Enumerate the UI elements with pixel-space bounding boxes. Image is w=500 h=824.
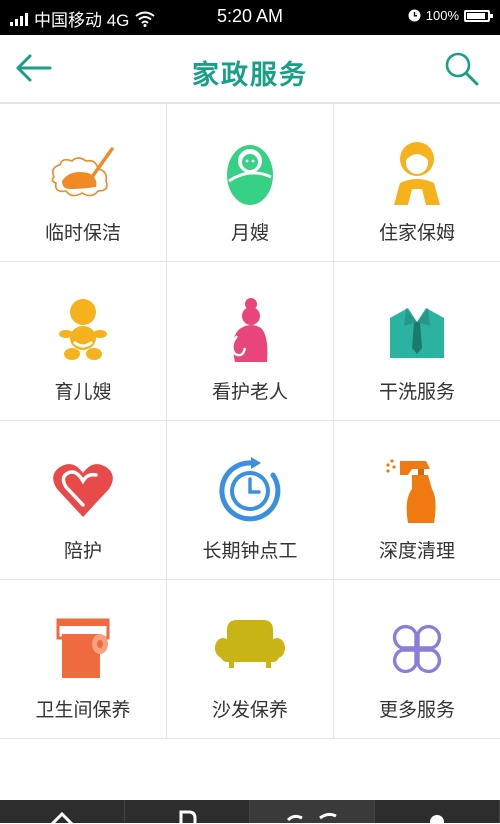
profile-icon [430, 815, 444, 824]
nanny-icon [394, 142, 440, 205]
tab-order[interactable] [125, 800, 250, 824]
heart-icon [53, 464, 113, 517]
service-deep-cleaning[interactable]: 深度清理 [334, 421, 500, 579]
service-dry-cleaning[interactable]: 干洗服务 [334, 262, 500, 420]
service-label: 看护老人 [211, 381, 288, 403]
service-live-in-nanny[interactable]: 住家保姆 [334, 103, 500, 261]
page-title: 家政服务 [192, 60, 308, 91]
service-more[interactable]: 更多服务 [334, 580, 500, 738]
service-elderly-care[interactable]: 看护老人 [167, 262, 334, 420]
tab-profile[interactable] [375, 800, 500, 824]
service-label: 长期钟点工 [202, 540, 298, 562]
service-row: 育儿嫂 看护老人 干洗服务 [0, 262, 500, 421]
service-temp-cleaning[interactable]: 临时保洁 [0, 103, 167, 261]
shirt-tie-icon [390, 308, 444, 358]
service-bathroom-care[interactable]: 卫生间保养 [0, 580, 167, 738]
more-grid-icon [392, 624, 442, 674]
service-grid: 临时保洁 月嫂 住家保姆 育儿嫂 看护老人 干洗服务 陪护 长期钟点工 深度清理… [0, 103, 500, 739]
service-label: 月嫂 [230, 222, 269, 244]
service-row: 卫生间保养 沙发保养 更多服务 [0, 580, 500, 739]
home-icon [50, 811, 74, 824]
app-header: 家政服务 [0, 35, 500, 104]
toddler-icon [59, 299, 107, 360]
status-bar: 中国移动 4G 5:20 AM 100% [0, 0, 500, 35]
service-label: 育儿嫂 [54, 381, 112, 403]
bottom-tab-bar [0, 800, 500, 824]
service-label: 住家保姆 [378, 222, 455, 244]
service-childcare[interactable]: 育儿嫂 [0, 262, 167, 420]
sofa-icon [215, 620, 285, 668]
tab-service[interactable] [250, 800, 375, 823]
toilet-paper-icon [56, 618, 110, 678]
service-label: 沙发保养 [211, 699, 288, 721]
service-label: 干洗服务 [378, 381, 455, 403]
service-row: 临时保洁 月嫂 住家保姆 [0, 103, 500, 262]
service-long-term-hourly[interactable]: 长期钟点工 [167, 421, 334, 579]
swaddled-baby-icon [227, 145, 273, 205]
battery-percent: 100% [425, 8, 459, 23]
service-label: 深度清理 [378, 540, 455, 562]
alarm-icon [408, 9, 421, 22]
elderly-woman-icon [231, 298, 268, 362]
tab-home[interactable] [0, 800, 125, 824]
service-label: 更多服务 [378, 699, 455, 721]
order-icon [179, 810, 197, 824]
service-companion-care[interactable]: 陪护 [0, 421, 167, 579]
service-icon [286, 812, 337, 822]
search-icon[interactable] [444, 51, 480, 87]
service-maternity-nurse[interactable]: 月嫂 [167, 103, 334, 261]
battery-icon [464, 9, 493, 22]
service-row: 陪护 长期钟点工 深度清理 [0, 421, 500, 580]
service-label: 临时保洁 [44, 222, 121, 244]
clock-icon [219, 457, 281, 522]
service-sofa-care[interactable]: 沙发保养 [167, 580, 334, 738]
broom-icon [51, 147, 114, 197]
service-label: 卫生间保养 [35, 699, 131, 721]
status-right: 100% [408, 8, 493, 23]
spray-bottle-icon [386, 459, 436, 523]
service-label: 陪护 [63, 540, 102, 562]
